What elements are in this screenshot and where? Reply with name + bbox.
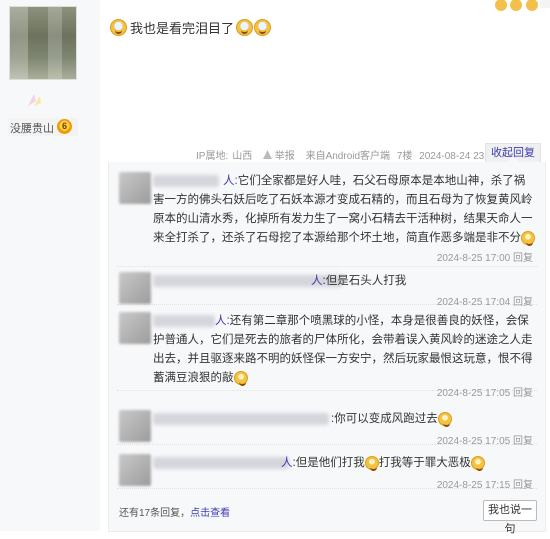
reply-avatar[interactable] <box>119 312 151 344</box>
reply-body: 还有第二章那个喷黑球的小怪，本身是很善良的妖怪，会保护普通人，它们是死去的旅者的… <box>153 315 533 384</box>
badge-name: 没腰贵山 <box>10 123 54 135</box>
post-text: 我也是看完泪目了 <box>110 18 272 37</box>
reply-text: 人:但是石头人打我 <box>153 272 535 291</box>
reply-meta: 2024-8-25 17:15 回复 <box>437 476 533 491</box>
angry-emoji-icon <box>521 230 535 246</box>
post-body: 我也是看完泪目了 <box>130 21 235 36</box>
reply-time: 2024-8-25 17:05 <box>436 436 511 447</box>
post-meta: IP属地: 山西 举报 来自Android客户端 7楼 2024-08-24 23… <box>196 147 502 162</box>
reply-username[interactable]: 人: <box>223 175 238 187</box>
sub-reply-item: 人:但是石头人打我 2024-8-25 17:04 回复 <box>117 268 537 308</box>
feather-decoration-icon <box>28 94 41 106</box>
reply-body: :你可以变成风跑过去 <box>331 413 438 425</box>
reply-button[interactable]: 回复 <box>513 436 533 447</box>
reply-meta: 2024-8-25 17:00 回复 <box>437 249 533 264</box>
reply-meta: 2024-8-25 17:04 回复 <box>437 293 533 308</box>
more-replies-count: 还有17条回复， <box>119 508 191 519</box>
reply-body-continued: 打我等于罪大恶极 <box>378 457 471 469</box>
view-more-link[interactable]: 点击查看 <box>190 508 230 519</box>
reply-avatar[interactable] <box>119 272 151 304</box>
report-icon <box>263 150 273 159</box>
reply-meta: 2024-8-25 17:05 回复 <box>437 432 533 447</box>
reply-time: 2024-8-25 17:05 <box>436 388 511 399</box>
post-content: 我也是看完泪目了 IP属地: 山西 举报 来自Android客户端 7楼 2024… <box>100 0 550 535</box>
reply-text: 人:但是他们打我 打我等于罪大恶极 <box>153 454 535 473</box>
reply-avatar[interactable] <box>119 410 151 442</box>
reply-button[interactable]: 回复 <box>513 253 533 264</box>
reply-meta: 2024-8-25 17:05 回复 <box>437 384 533 399</box>
angry-emoji-icon <box>470 455 485 471</box>
client-source[interactable]: 来自Android客户端 <box>306 151 390 162</box>
reply-button[interactable]: 回复 <box>513 297 533 308</box>
sub-replies: 人:它们全家都是好人哇，石父石母原本是本地山神，杀了祸害一方的佛头石妖后吃了石妖… <box>108 156 546 535</box>
reply-username[interactable]: 人 <box>311 275 323 287</box>
reply-time: 2024-8-25 17:00 <box>436 253 511 264</box>
crying-laugh-emoji-icon <box>254 19 272 36</box>
reply-text: :你可以变成风跑过去 <box>153 410 535 429</box>
say-something-button[interactable]: 我也说一句 <box>483 500 537 535</box>
emoji-strip <box>492 0 550 14</box>
reply-body: 它们全家都是好人哇，石父石母原本是本地山神，杀了祸害一方的佛头石妖后吃了石妖本源… <box>153 175 533 244</box>
sub-reply-item: 人:还有第二章那个喷黑球的小怪，本身是很善良的妖怪，会保护普通人，它们是死去的旅… <box>117 308 537 399</box>
sub-reply-item: 人:它们全家都是好人哇，石父石母原本是本地山神，杀了祸害一方的佛头石妖后吃了石妖… <box>117 168 537 267</box>
crying-emoji-icon <box>233 370 248 386</box>
reply-avatar[interactable] <box>119 172 151 204</box>
more-replies: 还有17条回复，点击查看 <box>119 504 230 519</box>
angry-emoji-icon <box>364 455 379 471</box>
crying-laugh-emoji-icon <box>110 19 127 36</box>
reply-username[interactable]: 人 <box>281 457 293 469</box>
sub-reply-item: :你可以变成风跑过去 2024-8-25 17:05 回复 <box>117 406 537 447</box>
crying-laugh-emoji-icon <box>236 19 254 36</box>
level-badge-icon: 6 <box>57 119 72 134</box>
ip-label: IP属地: <box>196 151 229 162</box>
reply-button[interactable]: 回复 <box>513 388 533 399</box>
report-label: 举报 <box>274 151 295 162</box>
reply-text: 人:它们全家都是好人哇，石父石母原本是本地山神，杀了祸害一方的佛头石妖后吃了石妖… <box>153 172 535 248</box>
author-panel: 没腰贵山 6 <box>0 0 100 531</box>
sub-reply-item: 人:但是他们打我 打我等于罪大恶极 2024-8-25 17:15 回复 <box>117 450 537 491</box>
reply-body: :但是石头人打我 <box>322 275 407 287</box>
reply-text: 人:还有第二章那个喷黑球的小怪，本身是很善良的妖怪，会保护普通人，它们是死去的旅… <box>153 312 535 388</box>
avatar[interactable] <box>9 6 77 80</box>
reply-body: :但是他们打我 <box>292 457 365 469</box>
reply-button[interactable]: 回复 <box>513 480 533 491</box>
ip-location: 山西 <box>232 151 253 162</box>
reply-avatar[interactable] <box>119 454 151 486</box>
floor-number: 7楼 <box>396 151 413 162</box>
reply-time: 2024-8-25 17:15 <box>436 480 511 491</box>
reply-time: 2024-8-25 17:04 <box>436 297 511 308</box>
author-badge[interactable]: 没腰贵山 6 <box>8 118 78 136</box>
report-button[interactable]: 举报 <box>263 150 302 162</box>
smile-emoji-icon <box>437 411 452 427</box>
reply-username[interactable]: 人: <box>215 315 230 327</box>
